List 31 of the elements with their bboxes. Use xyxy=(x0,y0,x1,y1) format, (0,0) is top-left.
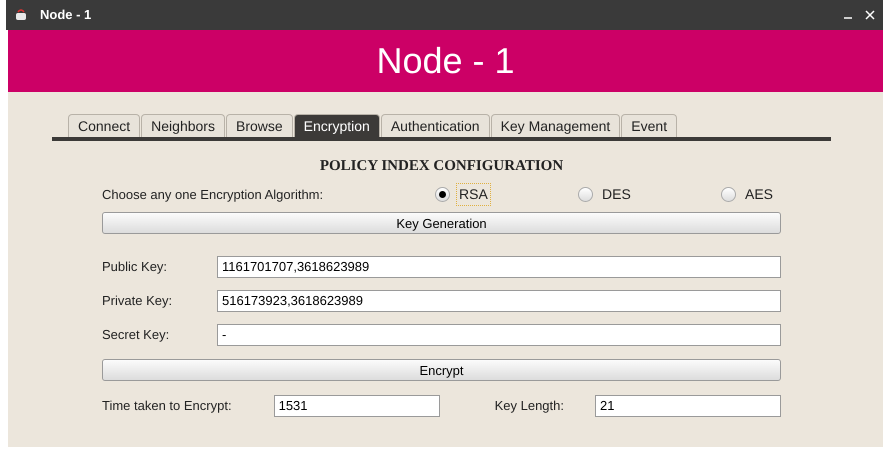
key-field[interactable]: 1161701707,3618623989 xyxy=(217,256,781,278)
tab[interactable]: Connect xyxy=(68,114,140,137)
key-field[interactable]: 516173923,3618623989 xyxy=(217,290,781,312)
field-label: Time taken to Encrypt: xyxy=(102,396,233,415)
tab[interactable]: Key Management xyxy=(490,114,620,137)
window-title: Node - 1 xyxy=(40,6,92,24)
time-field[interactable]: 1531 xyxy=(274,394,440,416)
tab[interactable]: Event xyxy=(621,114,678,137)
radio-option[interactable]: AES xyxy=(721,184,776,205)
radio-button[interactable] xyxy=(721,187,736,202)
key-generation-button[interactable]: Key Generation xyxy=(102,212,781,234)
tab[interactable]: Encryption xyxy=(294,114,380,137)
algorithm-label: Choose any one Encryption Algorithm: xyxy=(102,186,324,204)
banner-title: Node - 1 xyxy=(376,43,515,79)
key-length-field[interactable]: 21 xyxy=(595,394,781,416)
tab[interactable]: Authentication xyxy=(380,114,490,137)
radio-option[interactable]: DES xyxy=(578,184,721,205)
field-label: Key Length: xyxy=(494,396,565,415)
radio-button[interactable] xyxy=(578,187,593,202)
key-field[interactable]: - xyxy=(217,324,781,346)
radio-option[interactable]: RSA xyxy=(435,183,578,206)
tab[interactable]: Browse xyxy=(226,114,293,137)
encrypt-button[interactable]: Encrypt xyxy=(102,359,781,382)
field-label: Public Key: xyxy=(102,258,168,276)
section-heading: POLICY INDEX CONFIGURATION xyxy=(320,157,564,176)
radio-button[interactable] xyxy=(435,187,450,202)
tab[interactable]: Neighbors xyxy=(141,114,225,137)
close-icon[interactable] xyxy=(865,10,875,20)
field-label: Private Key: xyxy=(102,292,174,310)
app-icon xyxy=(14,8,28,22)
field-label: Secret Key: xyxy=(102,326,170,344)
